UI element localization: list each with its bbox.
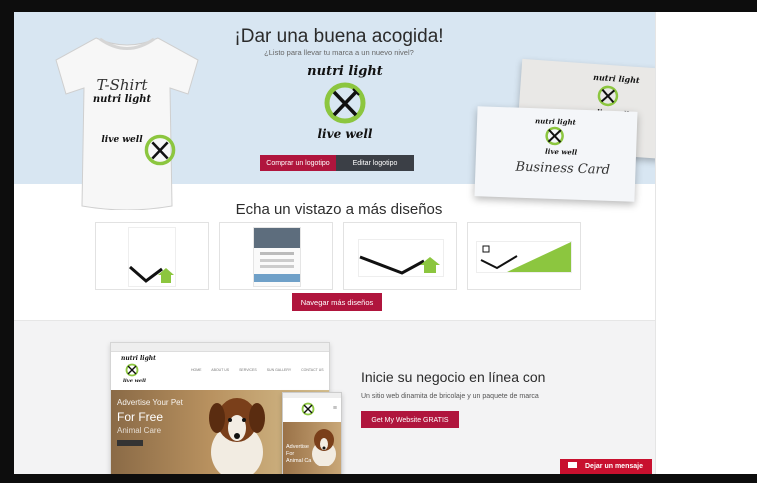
- mockup-nav-item: CONTACT US: [301, 368, 324, 372]
- mockup-hero-text: Advertise Your Pet For Free Animal Care: [117, 398, 183, 446]
- flyer-line: [260, 265, 294, 268]
- design-thumbnail-envelope[interactable]: [343, 222, 457, 290]
- website-mobile-mockup: ≡ Advertise For Animal Ca: [282, 392, 342, 474]
- mockup-hero-line2: For Free: [117, 410, 164, 424]
- buy-logo-button[interactable]: Comprar un logotipo: [260, 155, 336, 171]
- tshirt-title: T-Shirt: [96, 76, 148, 94]
- leave-message-button[interactable]: Dejar un mensaje: [560, 459, 652, 474]
- fork-knife-logo-icon: [324, 82, 366, 124]
- card-front-tagline: live well: [544, 146, 578, 157]
- mockup-brand-name: nutri light: [121, 355, 156, 362]
- mockup-nav-item: ABOUT US: [211, 368, 230, 372]
- mockup-brand-tagline: live well: [123, 378, 146, 384]
- flyer-line: [260, 252, 294, 255]
- leave-message-label: Dejar un mensaje: [585, 463, 643, 470]
- screen-border-top: [0, 0, 757, 12]
- screen-border-left: [0, 0, 14, 483]
- card-preview: [476, 241, 572, 273]
- more-designs-title: Echa un vistazo a más diseños: [235, 201, 443, 218]
- mockup-logo-icon: [125, 363, 139, 377]
- mobile-menu-icon: ≡: [332, 405, 337, 412]
- flyer-line: [260, 259, 294, 262]
- design-thumbnail-card[interactable]: [467, 222, 581, 290]
- mockup-nav-item: SUN GALLERY: [266, 368, 292, 372]
- mobile-hero-line1: Advertise: [286, 444, 309, 450]
- mobile-hero-text: Advertise For Animal Ca: [286, 444, 311, 465]
- mockup-hero-line1: Advertise Your Pet: [117, 398, 183, 407]
- card-front-logo-icon: [545, 126, 564, 146]
- edit-logo-button[interactable]: Editar logotipo: [336, 155, 414, 171]
- brand-tagline: live well: [317, 127, 373, 141]
- website-headline: Inicie su negocio en línea con: [361, 369, 546, 385]
- flyer-page: [253, 227, 301, 287]
- get-website-button[interactable]: Get My Website GRATIS: [361, 411, 459, 428]
- envelope-swoosh: [359, 255, 440, 275]
- brand-name: nutri light: [307, 64, 383, 79]
- browse-more-designs-button[interactable]: Navegar más diseños: [292, 293, 382, 311]
- mobile-header: ≡: [283, 398, 341, 422]
- hero-subtitle: ¿Listo para llevar tu marca a un nuevo n…: [264, 48, 414, 57]
- letterhead-swoosh: [129, 265, 174, 283]
- mockup-browser-bar: [111, 343, 329, 352]
- mobile-hero-line2: For: [286, 451, 295, 457]
- card-back-brand: nutri light: [592, 71, 641, 86]
- mockup-nav-item: HOME: [191, 368, 202, 372]
- tshirt-text: T-Shirt nutri light live well: [72, 76, 172, 145]
- website-subtext: Un sitio web dinamita de bricolaje y un …: [361, 393, 539, 400]
- card-preview-graphic: [480, 242, 571, 272]
- mockup-site-header: nutri light live well HOME ABOUT US SERV…: [111, 352, 329, 390]
- business-card-caption: Business Card: [515, 159, 611, 178]
- mockup-nav: HOME ABOUT US SERVICES SUN GALLERY CONTA…: [191, 368, 324, 372]
- hero-title: ¡Dar una buena acogida!: [234, 26, 444, 47]
- dog-photo: [209, 398, 265, 474]
- business-card-front: nutri light live well Business Card: [474, 106, 638, 202]
- mobile-logo-icon: [301, 402, 315, 416]
- card-back-logo-icon: [597, 85, 619, 107]
- envelope-icon: [568, 462, 577, 469]
- mockup-hero-button: [117, 440, 143, 446]
- tshirt-brand-name: nutri light: [92, 94, 152, 105]
- mobile-hero-line3: Animal Ca: [286, 458, 312, 464]
- brand-logo: nutri light live well: [290, 64, 400, 160]
- screen-border-bottom: [0, 474, 757, 483]
- tshirt-brand-tagline: live well: [101, 135, 143, 145]
- mobile-dog-photo: [312, 429, 336, 466]
- mockup-hero-line3: Animal Care: [117, 426, 162, 435]
- brand-preview-page: T-Shirt nutri light live well ¡Dar una b…: [14, 12, 655, 474]
- design-thumbnail-letterhead[interactable]: [95, 222, 209, 290]
- mockup-nav-item: SERVICES: [239, 368, 257, 372]
- design-thumbnail-flyer[interactable]: [219, 222, 333, 290]
- flyer-photo: [254, 228, 300, 248]
- mobile-hero: Advertise For Animal Ca: [283, 422, 341, 474]
- flyer-footer-bar: [254, 274, 300, 282]
- empty-margin: [655, 12, 757, 474]
